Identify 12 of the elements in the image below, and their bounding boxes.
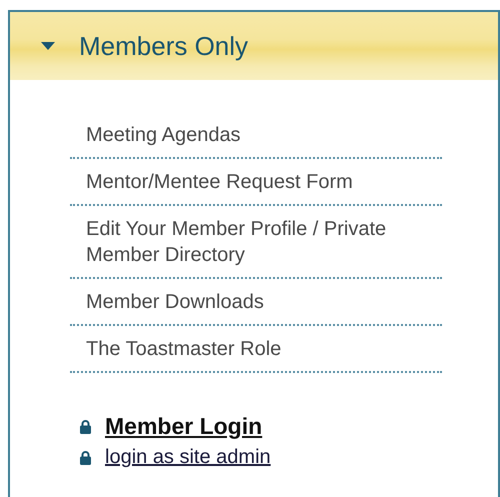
caret-icon xyxy=(41,42,55,50)
menu-link[interactable]: Member Downloads xyxy=(70,279,442,326)
menu-link[interactable]: Edit Your Member Profile / Private Member Directory xyxy=(70,206,442,279)
panel-title: Members Only xyxy=(79,30,248,62)
lock-icon xyxy=(80,450,91,464)
login-link[interactable]: login as site admin xyxy=(105,446,271,469)
menu-link[interactable]: Mentor/Mentee Request Form xyxy=(70,159,442,206)
menu-link[interactable]: The Toastmaster Role xyxy=(70,326,442,373)
login-link[interactable]: Member Login xyxy=(105,413,262,440)
panel-header[interactable]: Members Only xyxy=(10,12,498,80)
lock-icon xyxy=(80,420,91,434)
menu-link[interactable]: Meeting Agendas xyxy=(70,112,442,159)
